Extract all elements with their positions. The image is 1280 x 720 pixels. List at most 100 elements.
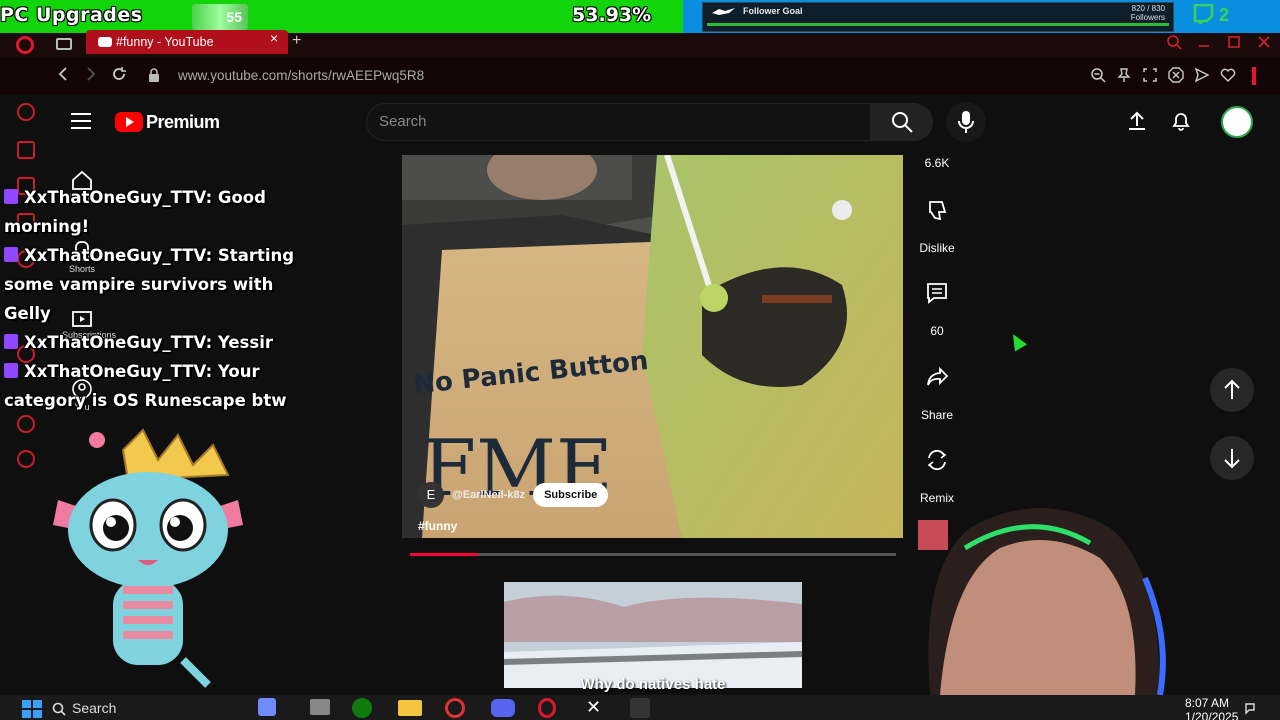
pin-icon[interactable] [1116,67,1132,83]
youtube-favicon-icon [98,37,112,47]
adblock-icon[interactable] [1168,67,1184,83]
taskbar-search-icon[interactable] [52,702,66,716]
xbox-icon[interactable] [352,698,372,718]
voice-search-button[interactable] [946,102,986,142]
maximize-icon[interactable] [1226,34,1242,50]
taskbar-clock[interactable]: 8:07 AM 1/20/2025 [1185,696,1238,720]
back-icon[interactable] [56,66,70,82]
microphone-icon [958,111,974,133]
follower-progress-bar [707,23,1169,26]
like-count: 6.6K [924,156,950,170]
youtube-premium-label[interactable]: Premium [146,112,220,133]
history-icon[interactable] [17,103,35,121]
search-input[interactable] [366,103,871,141]
clock-date: 1/20/2025 [1185,710,1239,720]
upload-icon[interactable] [1126,110,1148,132]
taskbar-search-label[interactable]: Search [72,700,116,716]
comments-icon [927,283,947,304]
chat-message: XxThatOneGuy_TTV: Starting some vampire … [4,246,295,323]
mascot-avatar [53,428,243,688]
address-bar-tools [1090,67,1256,85]
follower-goal-widget: Follower Goal 820 / 830 Followers [702,2,1174,32]
video-progress-bar[interactable] [410,553,896,556]
search-placeholder: Search [379,113,427,130]
chat-user: XxThatOneGuy_TTV [24,333,206,352]
clock-time: 8:07 AM [1185,696,1230,710]
twitch-badge-icon [4,363,18,378]
twitch-bird-icon [712,8,735,15]
windows-start-icon[interactable] [22,700,42,718]
share-icon [927,366,949,386]
heart-icon[interactable] [1220,67,1236,83]
task-view-icon[interactable] [310,699,330,715]
comments-button[interactable]: 60 [912,271,962,338]
chat-message: XxThatOneGuy_TTV: Your category is OS Ru… [4,362,287,410]
channel-handle[interactable]: @EarlNeil-k8z [452,489,525,501]
stream-chat-overlay: XxThatOneGuy_TTV: Good morning! XxThatOn… [4,183,304,415]
overlay-mini-widget: 2 [1192,3,1252,30]
notification-center-icon[interactable] [1243,701,1257,715]
search-button[interactable] [871,103,933,141]
taskbar-app-icon[interactable] [258,698,276,716]
overlay-goal-title: PC Upgrades [0,4,143,26]
file-explorer-icon[interactable] [398,700,422,716]
forward-icon[interactable] [84,66,98,82]
next-short-thumbnail[interactable] [504,582,802,688]
follower-goal-label: Follower Goal [743,6,803,16]
share-button[interactable]: Share [912,355,962,422]
video-progress-fill [410,553,479,556]
settings-icon[interactable] [17,450,35,468]
follower-count-unit: Followers [1130,13,1165,22]
speed-dial-icon[interactable] [17,141,35,159]
url-input[interactable]: www.youtube.com/shorts/rwAEEPwq5R8 [178,68,424,83]
tab-title: #funny - YouTube [116,35,214,49]
opera-logo-icon[interactable] [16,36,34,54]
channel-row: E @EarlNeil-k8z Subscribe [418,482,609,508]
next-short-button[interactable] [1210,436,1254,480]
avatar[interactable] [1221,106,1253,138]
comments-count: 60 [930,324,944,338]
shorts-video-player[interactable]: No Panic Button FME [402,155,903,538]
opera-taskbar-icon[interactable] [538,698,556,718]
share-label: Share [920,408,954,422]
video-frame: No Panic Button FME [402,155,903,538]
search-tabs-icon[interactable] [1166,34,1182,50]
lock-icon[interactable] [148,68,160,82]
windows-taskbar: ✕ [0,695,1280,720]
window-controls [1166,34,1272,50]
overlay-goal-percent: 53.93% [572,4,652,26]
snapshot-icon[interactable] [1142,67,1158,83]
dislike-label: Dislike [919,241,955,255]
tab-close-icon[interactable]: × [270,30,278,46]
reload-icon[interactable] [111,66,127,82]
dislike-icon [929,201,947,221]
next-short-caption: Why do natives hate [580,676,726,693]
previous-short-button[interactable] [1210,368,1254,412]
send-icon[interactable] [1194,67,1210,83]
tab-youtube[interactable]: #funny - YouTube [86,30,288,54]
minimize-icon[interactable] [1196,34,1212,50]
dislike-button[interactable]: Dislike [912,188,962,255]
twitch-badge-icon [4,334,18,349]
channel-avatar[interactable]: E [418,482,444,508]
video-hashtag[interactable]: #funny [418,519,457,533]
menu-icon[interactable] [71,113,91,129]
close-icon[interactable] [1256,34,1272,50]
workspaces-icon[interactable] [56,38,72,50]
twitch-badge-icon [4,247,18,262]
x-app-icon[interactable]: ✕ [586,698,604,716]
twitch-badge-icon [4,189,18,204]
new-tab-icon[interactable]: + [292,32,301,50]
mouse-cursor-icon [1006,330,1028,352]
obs-icon[interactable] [445,698,465,718]
youtube-logo-icon[interactable] [115,112,143,132]
next-thumbnail-image [504,582,802,688]
subscribe-button[interactable]: Subscribe [533,483,609,507]
zoom-out-icon[interactable] [1090,67,1106,83]
notifications-icon[interactable] [1170,110,1192,132]
chat-text: Yessir [217,333,273,352]
menu-bar-icon[interactable] [1252,67,1256,85]
app-icon[interactable] [630,698,650,718]
discord-icon[interactable] [491,699,515,717]
heart-sidebar-icon[interactable] [17,415,35,433]
